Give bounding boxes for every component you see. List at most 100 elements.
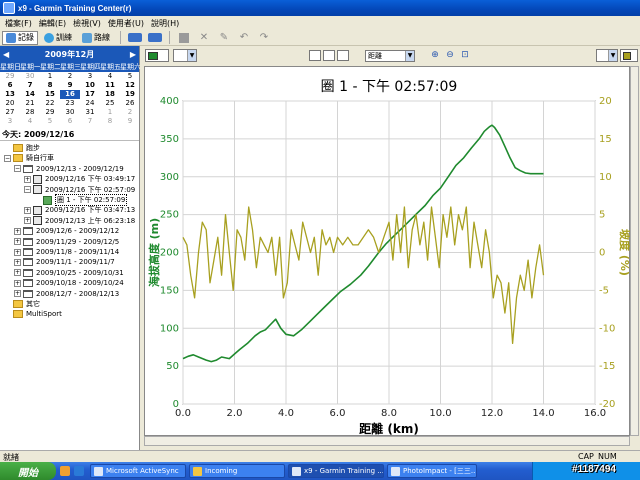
tree-item[interactable]: +2009/12/13 上午 06:23:18: [24, 216, 135, 226]
calendar-day[interactable]: 14: [20, 90, 40, 99]
menu-view[interactable]: 檢視(V): [71, 18, 106, 29]
x-axis-select[interactable]: 距離 ▼: [365, 50, 415, 62]
horizontal-scrollbar[interactable]: [144, 436, 630, 446]
calendar-day[interactable]: 31: [80, 108, 100, 117]
calendar-day[interactable]: 18: [100, 90, 120, 99]
calendar-day[interactable]: 3: [80, 72, 100, 81]
right-series-style-select[interactable]: ▼: [596, 49, 618, 62]
calendar-day[interactable]: 1: [100, 108, 120, 117]
properties-button[interactable]: ✎: [217, 32, 231, 44]
calendar-day[interactable]: 1: [40, 72, 60, 81]
calendar-day[interactable]: 5: [120, 72, 140, 81]
today-label[interactable]: 今天: 2009/12/16: [0, 129, 139, 141]
calendar-day[interactable]: 20: [0, 99, 20, 108]
tree-item[interactable]: +2009/10/18 - 2009/10/24: [14, 278, 124, 288]
vertical-scrollbar[interactable]: [630, 66, 639, 436]
calendar-day[interactable]: 30: [60, 108, 80, 117]
calendar-day[interactable]: 9: [60, 81, 80, 90]
tree-item[interactable]: 其它: [4, 299, 40, 309]
calendar-day[interactable]: 16: [60, 90, 80, 99]
calendar-day[interactable]: 9: [120, 117, 140, 126]
menu-edit[interactable]: 編輯(E): [37, 18, 71, 29]
redo-button[interactable]: ↷: [257, 32, 271, 44]
tree-item[interactable]: 圈 1 - 下午 02:57:09: [34, 194, 128, 206]
calendar-day[interactable]: 12: [120, 81, 140, 90]
expand-icon[interactable]: +: [24, 206, 31, 214]
tree-item[interactable]: +2009/11/8 - 2009/11/14: [14, 247, 119, 257]
calendar-day[interactable]: 11: [100, 81, 120, 90]
delete-button[interactable]: ✕: [197, 32, 211, 44]
calendar-day[interactable]: 21: [20, 99, 40, 108]
calendar-day[interactable]: 2: [120, 108, 140, 117]
zoom-out-button[interactable]: ⊖: [444, 49, 456, 61]
calendar-day[interactable]: 24: [80, 99, 100, 108]
tree-item[interactable]: +2009/12/16 下午 03:47:13: [24, 205, 135, 215]
next-month-icon[interactable]: ▶: [130, 50, 136, 59]
menu-file[interactable]: 檔案(F): [3, 18, 37, 29]
start-button[interactable]: 開始: [0, 462, 56, 480]
calendar-day[interactable]: 28: [20, 108, 40, 117]
zoom-fit-button[interactable]: ⊡: [459, 49, 471, 61]
prev-month-icon[interactable]: ◀: [3, 50, 9, 59]
tab-workouts[interactable]: 訓練: [40, 31, 76, 45]
calendar-day[interactable]: 5: [40, 117, 60, 126]
task-incoming[interactable]: Incoming: [189, 464, 285, 478]
calendar-day[interactable]: 30: [20, 72, 40, 81]
tab-history[interactable]: 記錄: [2, 30, 38, 45]
undo-button[interactable]: ↶: [237, 32, 251, 44]
calendar-day[interactable]: 2: [60, 72, 80, 81]
calendar-day[interactable]: 22: [40, 99, 60, 108]
left-series-style-select[interactable]: ▼: [173, 49, 197, 62]
expand-icon[interactable]: +: [24, 217, 31, 225]
collapse-icon[interactable]: −: [24, 186, 31, 194]
calendar-day[interactable]: 4: [100, 72, 120, 81]
view-lines-button[interactable]: [323, 50, 335, 61]
calendar-day[interactable]: 10: [80, 81, 100, 90]
expand-icon[interactable]: +: [14, 269, 21, 277]
tree-item[interactable]: +2009/12/6 - 2009/12/12: [14, 226, 119, 236]
expand-icon[interactable]: +: [14, 238, 21, 246]
menu-help[interactable]: 說明(H): [149, 18, 184, 29]
tree-item[interactable]: +2009/11/1 - 2009/11/7: [14, 257, 115, 267]
calendar-day[interactable]: 3: [0, 117, 20, 126]
calendar-day[interactable]: 4: [20, 117, 40, 126]
collapse-icon[interactable]: −: [4, 154, 11, 162]
tree-item[interactable]: − 2009/12/13 - 2009/12/19: [14, 164, 124, 174]
tree-item[interactable]: +2009/12/16 下午 03:49:17: [24, 174, 135, 184]
expand-icon[interactable]: +: [14, 248, 21, 256]
calendar-day[interactable]: 6: [60, 117, 80, 126]
calendar-day[interactable]: 6: [0, 81, 20, 90]
left-series-color-select[interactable]: [145, 49, 169, 62]
menu-user[interactable]: 使用者(U): [106, 18, 149, 29]
task-garmin[interactable]: x9 - Garmin Training ...: [288, 464, 384, 478]
new-folder-button[interactable]: [177, 32, 191, 44]
calendar-day[interactable]: 26: [120, 99, 140, 108]
expand-icon[interactable]: +: [14, 290, 21, 298]
calendar-day[interactable]: 23: [60, 99, 80, 108]
expand-icon[interactable]: +: [14, 279, 21, 287]
tab-courses[interactable]: 路線: [78, 31, 114, 45]
calendar-day[interactable]: 29: [40, 108, 60, 117]
view-wave-button[interactable]: [337, 50, 349, 61]
quicklaunch-icon[interactable]: [60, 466, 70, 476]
right-series-color-select[interactable]: [620, 49, 638, 62]
collapse-icon[interactable]: −: [14, 165, 21, 173]
calendar-day[interactable]: 27: [0, 108, 20, 117]
calendar-day[interactable]: 7: [80, 117, 100, 126]
expand-icon[interactable]: +: [14, 227, 21, 235]
calendar-day[interactable]: 7: [20, 81, 40, 90]
expand-icon[interactable]: +: [24, 175, 31, 183]
tree-item[interactable]: MultiSport: [4, 309, 62, 319]
receive-from-device-button[interactable]: [148, 32, 162, 44]
calendar-day[interactable]: 25: [100, 99, 120, 108]
calendar-day[interactable]: 17: [80, 90, 100, 99]
calendar-day[interactable]: 8: [100, 117, 120, 126]
view-grid-button[interactable]: [309, 50, 321, 61]
quicklaunch-icon[interactable]: [74, 466, 84, 476]
task-photoimpact[interactable]: PhotoImpact - [三三...: [387, 464, 477, 478]
zoom-in-button[interactable]: ⊕: [429, 49, 441, 61]
task-activesync[interactable]: Microsoft ActiveSync: [90, 464, 186, 478]
calendar-day[interactable]: 8: [40, 81, 60, 90]
expand-icon[interactable]: +: [14, 258, 21, 266]
calendar-day[interactable]: 13: [0, 90, 20, 99]
